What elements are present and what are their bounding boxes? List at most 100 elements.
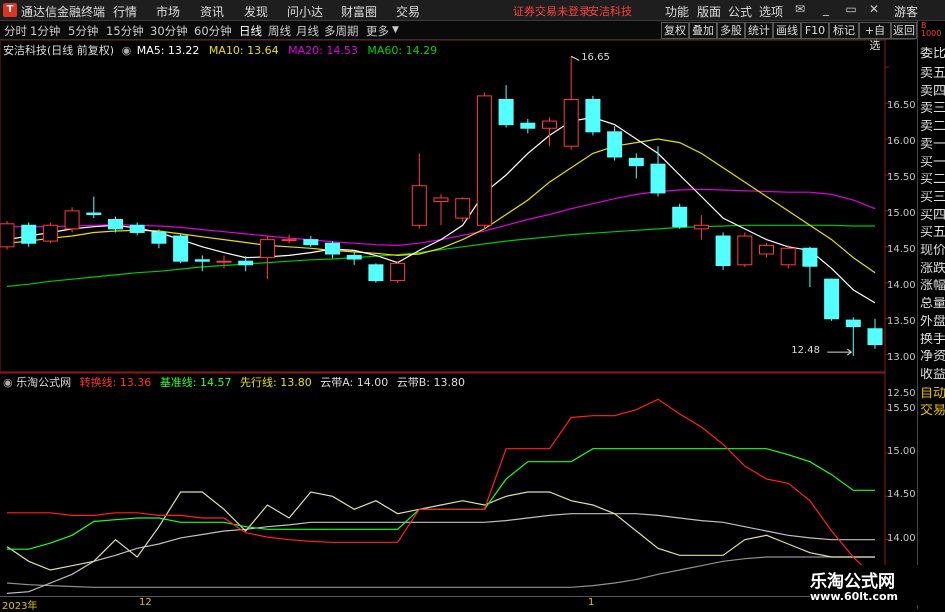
base-line — [7, 448, 875, 550]
trade-label[interactable]: 交易 — [920, 404, 945, 422]
price-tick-label: 16.00 — [887, 136, 916, 148]
panel-field-8: 买四 — [920, 208, 945, 223]
menu-layout[interactable]: 版面 — [697, 3, 721, 20]
candle-down — [650, 163, 666, 194]
price-tick-label: 14.00 — [887, 279, 916, 291]
candle-down — [867, 328, 883, 346]
overlay-button[interactable]: 叠加 — [689, 22, 717, 39]
price-tick-label: 15.50 — [887, 172, 916, 184]
guest-user[interactable]: 游客 — [894, 3, 918, 20]
more-chevron-down-icon[interactable]: ▼ — [392, 25, 399, 35]
sub-settings-circle-icon[interactable]: ◉ — [3, 376, 13, 389]
back-button[interactable]: 返回 — [891, 22, 917, 39]
panel-field-4: 卖一 — [920, 137, 945, 152]
menu-item-quotes[interactable]: 行情 — [113, 3, 137, 20]
mail-icon[interactable]: ✉ — [792, 2, 808, 17]
tab-monthly[interactable]: 月线 — [296, 23, 319, 39]
menu-options[interactable]: 选项 — [759, 3, 783, 20]
candle-up — [780, 247, 796, 266]
date-axis: 2023年 12 1 — [0, 596, 915, 612]
auto-label[interactable]: 自动 — [920, 387, 945, 405]
conversion-line — [7, 398, 898, 596]
menu-item-trade[interactable]: 交易 — [396, 3, 420, 20]
tab-5min[interactable]: 5分钟 — [68, 23, 98, 39]
candle-down — [845, 319, 861, 328]
panel-field-15: 换手 — [920, 332, 945, 347]
panel-field-16: 净资 — [920, 350, 945, 365]
cloud-b-line — [6, 556, 875, 588]
candle-up — [281, 239, 297, 242]
multi-stock-button[interactable]: 多股 — [717, 22, 745, 39]
menu-item-news[interactable]: 资讯 — [200, 3, 224, 20]
candle-down — [238, 260, 254, 266]
indicator-tick-label: 15.50 — [887, 402, 916, 414]
candle-down — [802, 247, 818, 267]
period-toolbar: 分时 1分钟 5分钟 15分钟 30分钟 60分钟 日线 周线 月线 多周期 更… — [0, 21, 917, 52]
ma60-label: MA60: 14.29 — [367, 44, 438, 57]
tab-15min[interactable]: 15分钟 — [106, 23, 144, 39]
candle-down — [151, 231, 167, 244]
stats-button[interactable]: 统计 — [745, 22, 773, 39]
draw-button[interactable]: 画线 — [773, 22, 801, 39]
candle-down — [585, 98, 601, 133]
menu-item-discover[interactable]: 发现 — [244, 3, 268, 20]
candle-up — [64, 210, 80, 230]
menu-item-market[interactable]: 市场 — [156, 3, 180, 20]
main-info-line: 安洁科技(日线 前复权) ◉ MA5: 13.22 MA10: 13.64 MA… — [3, 42, 437, 58]
date-label-dec: 12 — [139, 597, 152, 608]
menu-item-ask[interactable]: 问小达 — [287, 3, 323, 20]
indicator-title: 乐淘公式网 — [16, 376, 72, 389]
candle-up — [542, 120, 557, 129]
menu-function[interactable]: 功能 — [665, 3, 689, 20]
candle-down — [520, 122, 536, 129]
tab-more[interactable]: 更多 — [366, 23, 389, 39]
tab-60min[interactable]: 60分钟 — [194, 23, 232, 39]
panel-field-7: 买三 — [920, 190, 945, 205]
settings-circle-icon[interactable]: ◉ — [122, 44, 132, 57]
tab-daily[interactable]: 日线 — [239, 23, 262, 39]
kline-chart[interactable] — [0, 40, 915, 596]
app-logo-icon: T — [3, 3, 17, 17]
menu-item-wealth[interactable]: 财富圈 — [341, 3, 377, 20]
panel-field-17: 收益 — [920, 367, 945, 382]
panel-field-2: 卖三 — [920, 102, 945, 117]
tab-weekly[interactable]: 周线 — [268, 23, 291, 39]
f10-button[interactable]: F10 — [801, 22, 829, 39]
watermark-url: www.60lt.com — [810, 590, 899, 603]
panel-corner: B 1000 — [921, 21, 942, 38]
restore-icon[interactable]: ▭ — [843, 2, 859, 17]
close-icon[interactable]: ✕ — [866, 2, 882, 17]
panel-field-9: 买五 — [920, 226, 945, 241]
tab-1min[interactable]: 1分钟 — [30, 23, 60, 39]
panel-field-0: 卖五 — [920, 67, 945, 81]
tab-intraday[interactable]: 分时 — [4, 23, 27, 39]
panel-field-14: 外盘 — [920, 314, 945, 329]
price-tick-label: 12.50 — [887, 387, 916, 399]
candle-down — [129, 224, 145, 233]
candle-down — [194, 259, 210, 262]
panel-field-1: 卖四 — [920, 84, 945, 99]
adjust-button[interactable]: 复权 — [661, 22, 689, 39]
cloud-a-label: 云带A: 14.00 — [320, 376, 389, 389]
panel-field-11: 涨跌 — [920, 261, 945, 276]
date-label-year: 2023年 — [2, 601, 38, 612]
minimize-icon[interactable]: _ — [818, 2, 834, 17]
cloud-a-line — [6, 513, 875, 594]
quote-side-panel: B 1000 委比 卖五 卖四 卖三 卖二 卖一 买一 买二 买三 买四 买五 现价 涨跌 涨幅 总量 外盘… — [917, 21, 945, 609]
candle-down — [86, 212, 102, 215]
trade-login-status[interactable]: 证券交易未登录 — [513, 3, 590, 19]
low-price-label: 12.48 — [791, 345, 820, 357]
add-watchlist-button[interactable]: +自选 — [859, 22, 891, 52]
candle-down — [715, 235, 731, 267]
menu-formula[interactable]: 公式 — [728, 3, 752, 20]
indicator-tick-label: 15.00 — [887, 446, 916, 457]
mark-button[interactable]: 标记 — [829, 22, 859, 39]
conversion-line-label: 转换线: 13.36 — [79, 376, 152, 389]
high-price-label: 16.65 — [581, 52, 610, 64]
tab-multi-period[interactable]: 多周期 — [324, 23, 359, 39]
sub-info-line: ◉ 乐淘公式网 转换线: 13.36 基准线: 14.57 先行线: 13.80… — [3, 374, 465, 390]
candle-down — [498, 98, 514, 126]
main-frame — [0, 40, 886, 373]
price-tick-label: 14.50 — [887, 243, 916, 255]
tab-30min[interactable]: 30分钟 — [150, 23, 188, 39]
